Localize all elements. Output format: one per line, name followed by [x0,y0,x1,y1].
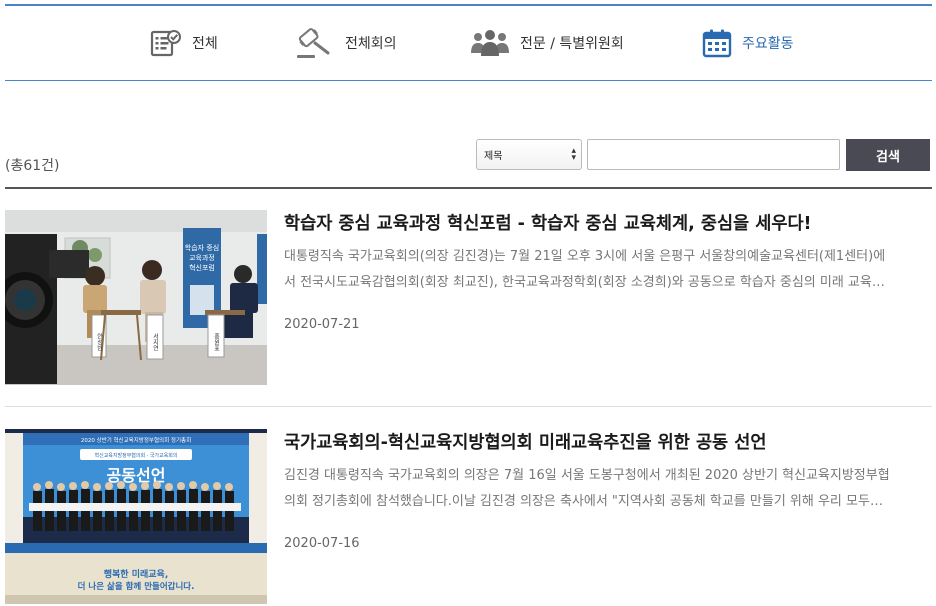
category-tab-bar: 전체 전체회의 전문 / 특별위원회 주요활동 [5,4,932,81]
tab-plenary-label: 전체회의 [345,36,397,52]
event-header-text: 2020 상반기 혁신교육지방정부협의회 정기총회 [81,436,191,444]
calendar-icon [702,28,732,58]
item-title[interactable]: 국가교육회의-혁신교육지방협의회 미래교육추진을 위한 공동 선언 [284,429,766,454]
item-summary-line: 김진경 대통령직속 국가교육회의 의장은 7월 16일 서울 도봉구청에서 개최… [284,468,890,483]
people-group-icon [470,29,510,57]
svg-text:교육과정: 교육과정 [189,253,215,262]
total-count: (총61건) [5,158,60,174]
tab-major-activities[interactable]: 주요활동 [702,6,794,80]
list-top-divider [5,187,932,189]
item-summary: 대통령직속 국가교육회의(의장 김진경)는 7월 21일 오후 3시에 서울 은… [284,244,930,296]
event-bottom-text-1: 행복한 미래교육, [104,568,169,580]
search-field-select[interactable]: 제목 ▴ ▾ [476,139,582,170]
search-input[interactable] [587,139,840,170]
tab-committees-label: 전문 / 특별위원회 [520,36,624,52]
forum-banner-text: 학습자 중심 [185,243,219,252]
item-date: 2020-07-21 [284,317,360,332]
tab-all-label: 전체 [192,36,218,52]
item-summary: 김진경 대통령직속 국가교육회의 의장은 7월 16일 서울 도봉구청에서 개최… [284,463,930,515]
item-date: 2020-07-16 [284,536,360,551]
item-summary-line: 의회 정기총회에 참석했습니다.이날 김진경 의장은 축사에서 "지역사회 공동… [284,494,883,509]
nameplate-3: 홍원표 [213,332,220,351]
tab-major-activities-label: 주요활동 [742,36,794,52]
event-sub-text: 혁신교육지방정부협의회 · 국가교육회의 [95,452,178,459]
gavel-icon [295,26,335,60]
tab-all[interactable]: 전체 [150,6,218,80]
nameplate-1: 안성빈 [96,332,103,351]
nameplate-2: 서지연 [152,332,159,351]
search-field-select-value: 제목 [484,151,503,162]
tab-committees[interactable]: 전문 / 특별위원회 [470,6,624,80]
item-title[interactable]: 학습자 중심 교육과정 혁신포럼 - 학습자 중심 교육체계, 중심을 세우다! [284,210,812,235]
checklist-icon [150,29,182,57]
list-divider [5,406,932,407]
declaration-photo-thumbnail[interactable]: 2020 상반기 혁신교육지방정부협의회 정기총회 혁신교육지방정부협의회 · … [5,429,267,604]
item-summary-line: 서 전국시도교육감협의회(회장 최교진), 한국교육과정학회(회장 소경희)와 … [284,275,885,290]
select-arrows-icon: ▴ ▾ [571,146,576,163]
item-summary-line: 대통령직속 국가교육회의(의장 김진경)는 7월 21일 오후 3시에 서울 은… [284,249,886,264]
forum-photo-thumbnail[interactable]: 학습자 중심 교육과정 혁신포럼 안성빈 서지연 홍원표 [5,210,267,385]
svg-text:혁신포럼: 혁신포럼 [189,263,215,272]
event-bottom-text-2: 더 나은 삶을 함께 만들어갑니다. [78,581,195,592]
search-button[interactable]: 검색 [846,139,930,171]
tab-plenary-session[interactable]: 전체회의 [295,6,397,80]
